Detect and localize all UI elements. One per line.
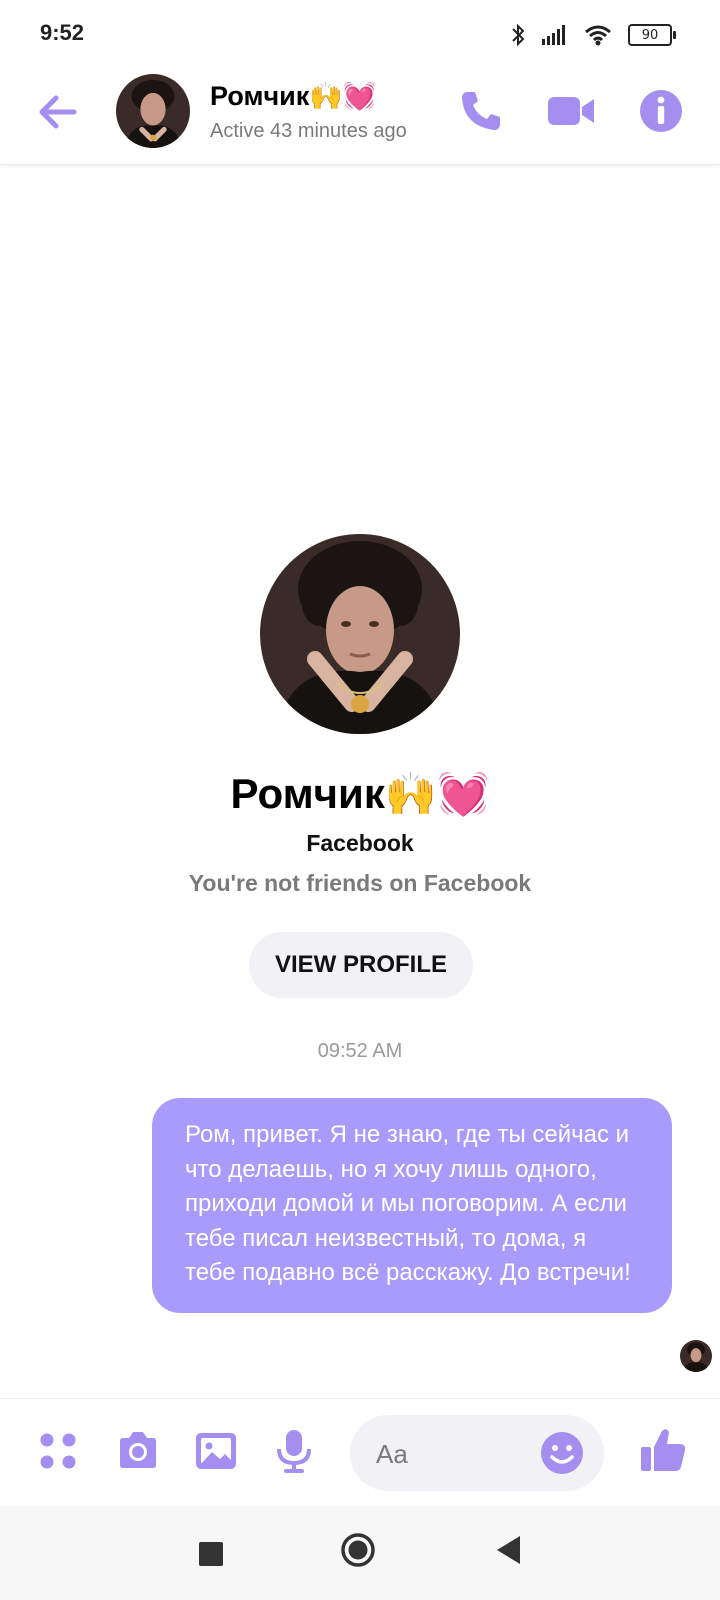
gallery-icon[interactable] [192, 1427, 240, 1475]
message-composer [0, 1398, 720, 1505]
battery-level: 90 [641, 27, 659, 43]
emoji-icon[interactable] [538, 1429, 586, 1477]
video-icon[interactable] [546, 86, 596, 136]
phone-icon[interactable] [456, 86, 506, 136]
status-time: 9:52 [40, 20, 85, 45]
chat-header: Ромчик🙌💓 Active 43 minutes ago [0, 64, 720, 165]
active-status: Active 43 minutes ago [210, 120, 407, 142]
message-input[interactable] [374, 1433, 528, 1475]
bluetooth-icon [512, 23, 525, 47]
system-nav-bar [0, 1506, 720, 1600]
profile-name: Ромчик🙌💓 [230, 770, 490, 817]
avatar-photo [116, 74, 190, 148]
back-arrow-icon[interactable] [34, 88, 82, 136]
profile-photo [260, 534, 460, 734]
message-timestamp: 09:52 AM [317, 1040, 403, 1062]
friend-status: You're not friends on Facebook [188, 870, 532, 896]
recent-apps-button[interactable] [199, 1542, 223, 1566]
system-back-button[interactable] [494, 1534, 522, 1566]
thumbs-up-icon[interactable] [638, 1425, 688, 1475]
camera-icon[interactable] [114, 1427, 162, 1475]
seen-receipt-avatar [680, 1340, 712, 1372]
signal-icon [542, 25, 565, 45]
contact-name[interactable]: Ромчик🙌💓 [210, 80, 376, 112]
view-profile-button[interactable]: VIEW PROFILE [249, 932, 473, 998]
microphone-icon[interactable] [270, 1427, 318, 1475]
message-input-container[interactable] [350, 1415, 604, 1491]
status-icons: 90 [510, 20, 676, 50]
wifi-icon [585, 25, 611, 46]
profile-source: Facebook [306, 830, 414, 856]
home-button[interactable] [340, 1532, 376, 1568]
contact-avatar[interactable] [116, 74, 190, 148]
menu-dots-icon[interactable] [34, 1427, 82, 1475]
info-icon[interactable] [636, 86, 686, 136]
profile-avatar[interactable] [260, 534, 460, 734]
seen-avatar-photo [680, 1340, 712, 1372]
battery-icon: 90 [628, 24, 676, 46]
sent-message-bubble[interactable]: Ром, привет. Я не знаю, где ты сейчас и … [152, 1098, 672, 1313]
